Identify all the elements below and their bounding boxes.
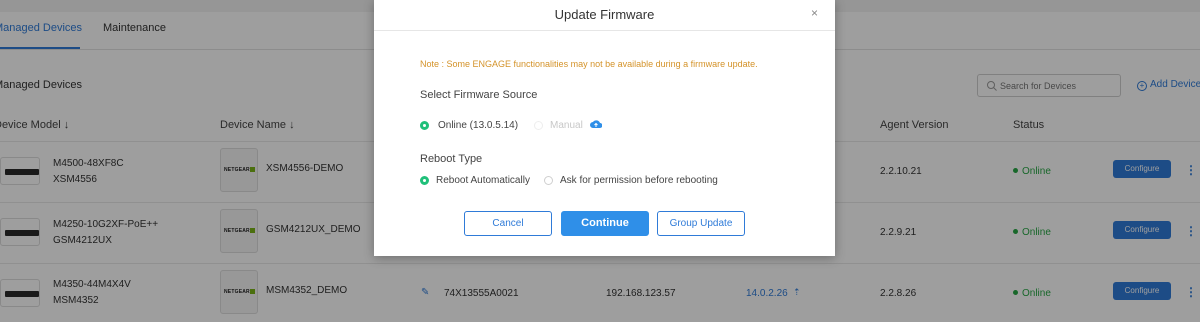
close-icon[interactable]: × — [811, 6, 818, 20]
warning-note: Note : Some ENGAGE functionalities may n… — [420, 59, 758, 69]
continue-button[interactable]: Continue — [561, 211, 649, 236]
radio-ask-permission[interactable] — [544, 176, 553, 185]
group-update-button[interactable]: Group Update — [657, 211, 745, 236]
dialog-header: Update Firmware × — [374, 0, 835, 31]
cancel-button[interactable]: Cancel — [464, 211, 552, 236]
firmware-source-label: Select Firmware Source — [420, 89, 538, 101]
radio-manual-label[interactable]: Manual — [550, 120, 583, 131]
radio-reboot-automatically[interactable] — [420, 176, 429, 185]
reboot-type-label: Reboot Type — [420, 153, 483, 165]
radio-ask-permission-label[interactable]: Ask for permission before rebooting — [560, 175, 718, 186]
radio-online-label[interactable]: Online (13.0.5.14) — [438, 120, 518, 131]
radio-manual[interactable] — [534, 121, 543, 130]
radio-reboot-automatically-label[interactable]: Reboot Automatically — [436, 175, 530, 186]
cloud-upload-icon[interactable] — [590, 119, 602, 129]
update-firmware-dialog: Update Firmware × Note : Some ENGAGE fun… — [374, 0, 835, 256]
dialog-title: Update Firmware — [554, 7, 655, 22]
radio-online[interactable] — [420, 121, 429, 130]
